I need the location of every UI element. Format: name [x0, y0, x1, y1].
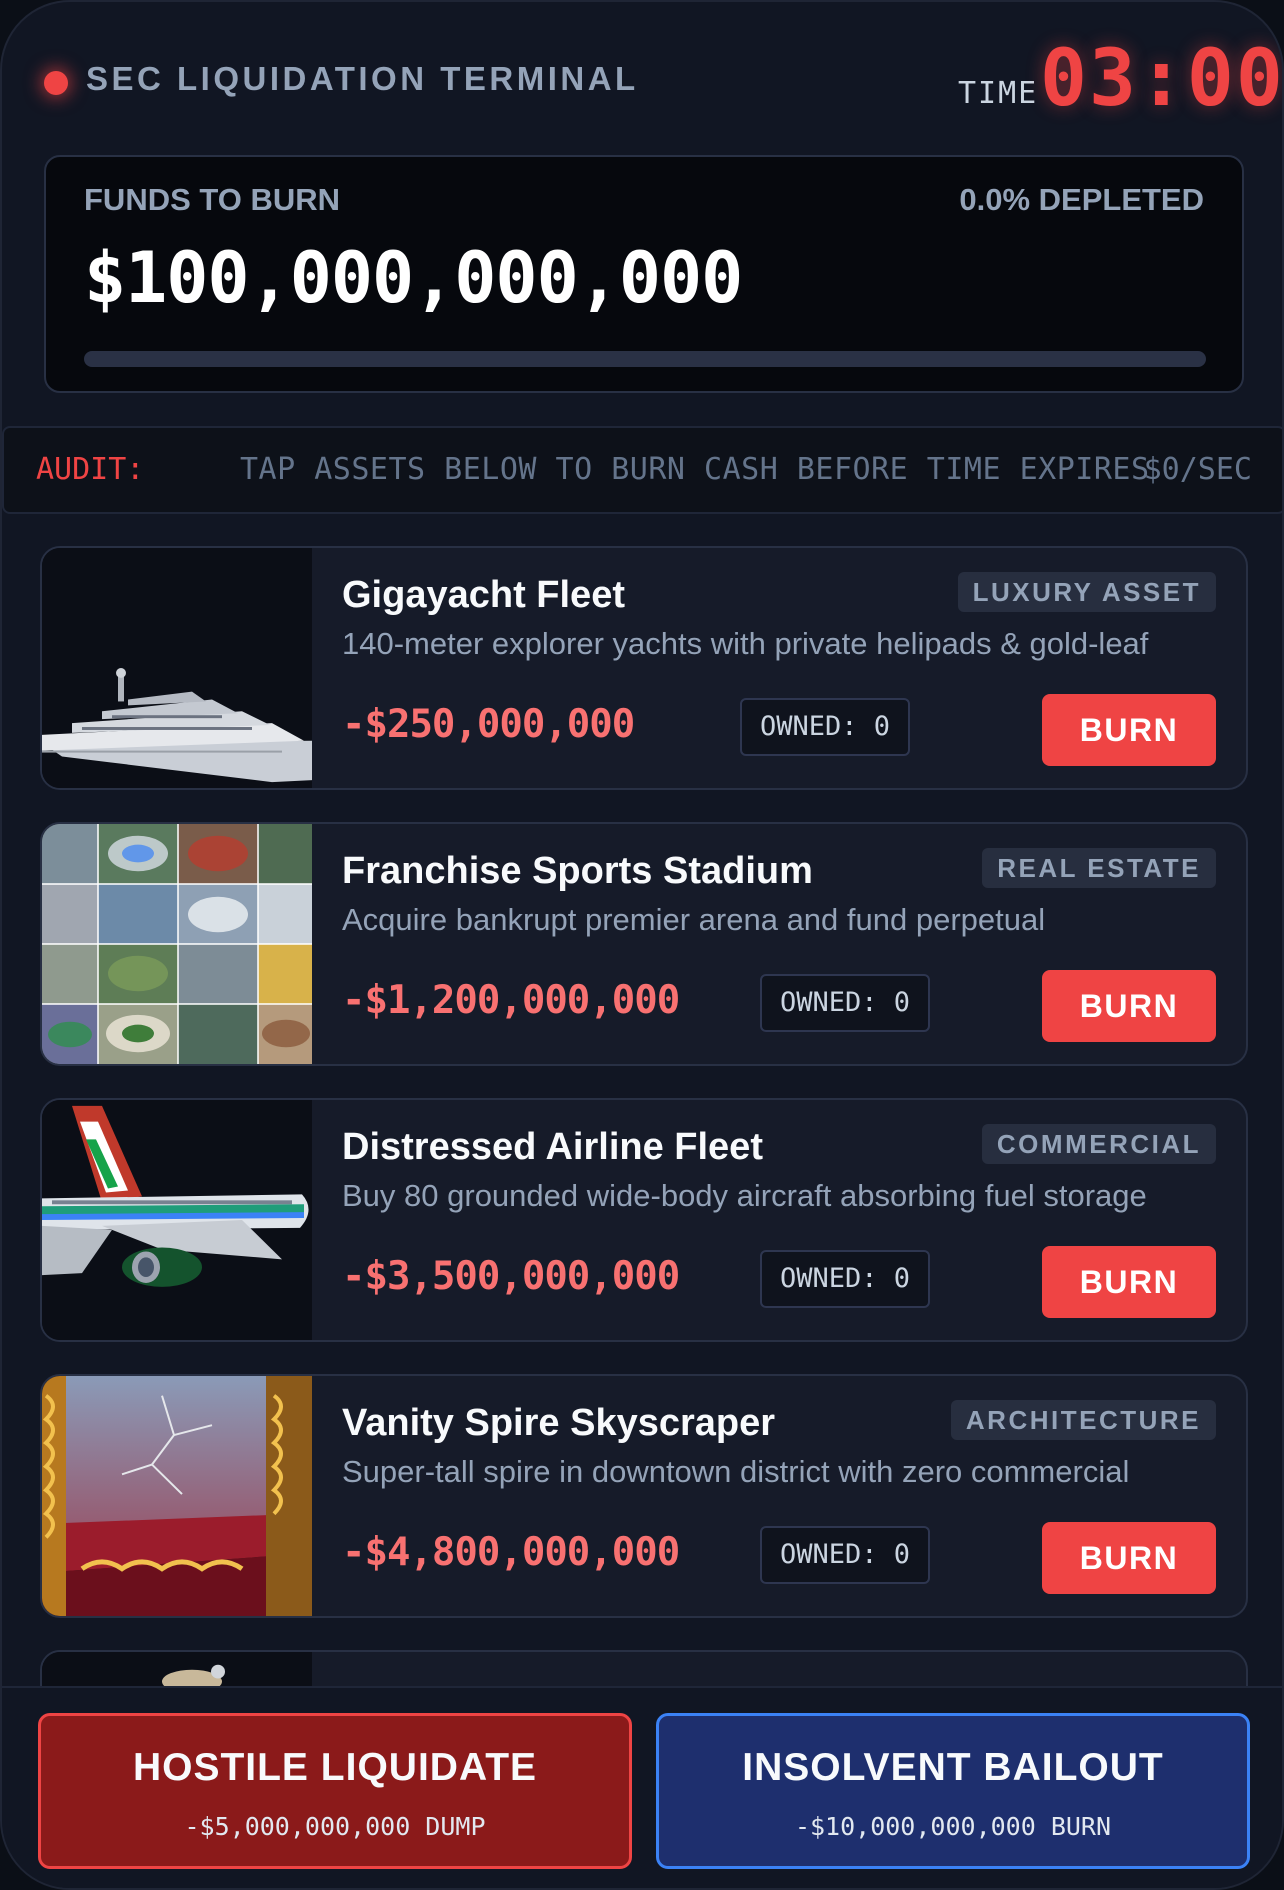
asset-price: -$250,000,000 — [342, 702, 635, 747]
asset-price: -$3,500,000,000 — [342, 1254, 680, 1299]
burn-button[interactable]: BURN — [1042, 970, 1216, 1042]
app-frame: SEC LIQUIDATION TERMINAL TIME 03:00 FUND… — [0, 0, 1284, 1890]
asset-name: Distressed Airline Fleet — [342, 1126, 763, 1168]
audit-ticker: AUDIT: TAP ASSETS BELOW TO BURN CASH BEF… — [2, 426, 1282, 514]
asset-image — [42, 1652, 312, 1686]
hostile-liquidate-label: HOSTILE LIQUIDATE — [132, 1746, 538, 1789]
asset-card-airline[interactable]: Distressed Airline Fleet COMMERCIAL Buy … — [40, 1098, 1248, 1342]
asset-name: Franchise Sports Stadium — [342, 850, 813, 892]
live-status-dot — [44, 71, 68, 95]
asset-description: Super-tall spire in downtown district wi… — [342, 1454, 1130, 1489]
asset-name: Gigayacht Fleet — [342, 574, 625, 616]
asset-card-stadium[interactable]: Franchise Sports Stadium REAL ESTATE Acq… — [40, 822, 1248, 1066]
burn-button[interactable]: BURN — [1042, 1246, 1216, 1318]
header: SEC LIQUIDATION TERMINAL TIME 03:00 — [2, 2, 1282, 157]
asset-price: -$4,800,000,000 — [342, 1530, 680, 1575]
burn-rate: $0/SEC — [1143, 452, 1252, 487]
asset-card-skyscraper[interactable]: Vanity Spire Skyscraper ARCHITECTURE Sup… — [40, 1374, 1248, 1618]
stadium-collage-image — [42, 824, 312, 1064]
time-label: TIME — [958, 76, 1039, 111]
insolvent-bailout-label: INSOLVENT BAILOUT — [742, 1746, 1164, 1789]
burn-button[interactable]: BURN — [1042, 694, 1216, 766]
app-title: SEC LIQUIDATION TERMINAL — [86, 60, 639, 97]
burn-button[interactable]: BURN — [1042, 1522, 1216, 1594]
asset-price: -$1,200,000,000 — [342, 978, 680, 1023]
audit-label: AUDIT: — [36, 452, 145, 487]
airliner-image — [42, 1100, 312, 1340]
funds-panel: FUNDS TO BURN 0.0% DEPLETED $100,000,000… — [44, 155, 1244, 393]
asset-description: Buy 80 grounded wide-body aircraft absor… — [342, 1178, 1147, 1213]
footer-actions: HOSTILE LIQUIDATE -$5,000,000,000 DUMP I… — [2, 1686, 1282, 1888]
insolvent-bailout-button[interactable]: INSOLVENT BAILOUT -$10,000,000,000 BURN — [656, 1713, 1250, 1869]
funds-amount: $100,000,000,000 — [84, 237, 743, 319]
asset-list[interactable]: Gigayacht Fleet LUXURY ASSET 140-meter e… — [2, 514, 1282, 1686]
asset-description: 140-meter explorer yachts with private h… — [342, 626, 1149, 661]
asset-card-partial[interactable] — [40, 1650, 1248, 1686]
depletion-progress-bar — [84, 351, 1206, 367]
owned-count: OWNED: 0 — [760, 1250, 931, 1308]
asset-name: Vanity Spire Skyscraper — [342, 1402, 776, 1444]
asset-category-badge: REAL ESTATE — [982, 848, 1216, 888]
hostile-liquidate-amount: -$5,000,000,000 DUMP — [184, 1812, 486, 1841]
owned-count: OWNED: 0 — [740, 698, 911, 756]
asset-category-badge: COMMERCIAL — [981, 1124, 1216, 1164]
yacht-image — [42, 548, 312, 788]
owned-count: OWNED: 0 — [760, 974, 931, 1032]
asset-card-gigayacht[interactable]: Gigayacht Fleet LUXURY ASSET 140-meter e… — [40, 546, 1248, 790]
owned-count: OWNED: 0 — [760, 1526, 931, 1584]
asset-category-badge: ARCHITECTURE — [950, 1400, 1216, 1440]
asset-description: Acquire bankrupt premier arena and fund … — [342, 902, 1046, 937]
depleted-percentage: 0.0% DEPLETED — [959, 182, 1204, 217]
insolvent-bailout-amount: -$10,000,000,000 BURN — [794, 1812, 1112, 1841]
countdown-timer: 03:00 — [1040, 34, 1284, 124]
asset-category-badge: LUXURY ASSET — [957, 572, 1216, 612]
hostile-liquidate-button[interactable]: HOSTILE LIQUIDATE -$5,000,000,000 DUMP — [38, 1713, 632, 1869]
ornate-mirror-image — [42, 1376, 312, 1616]
funds-label: FUNDS TO BURN — [84, 182, 341, 217]
audit-message: TAP ASSETS BELOW TO BURN CASH BEFORE TIM… — [240, 452, 1150, 487]
